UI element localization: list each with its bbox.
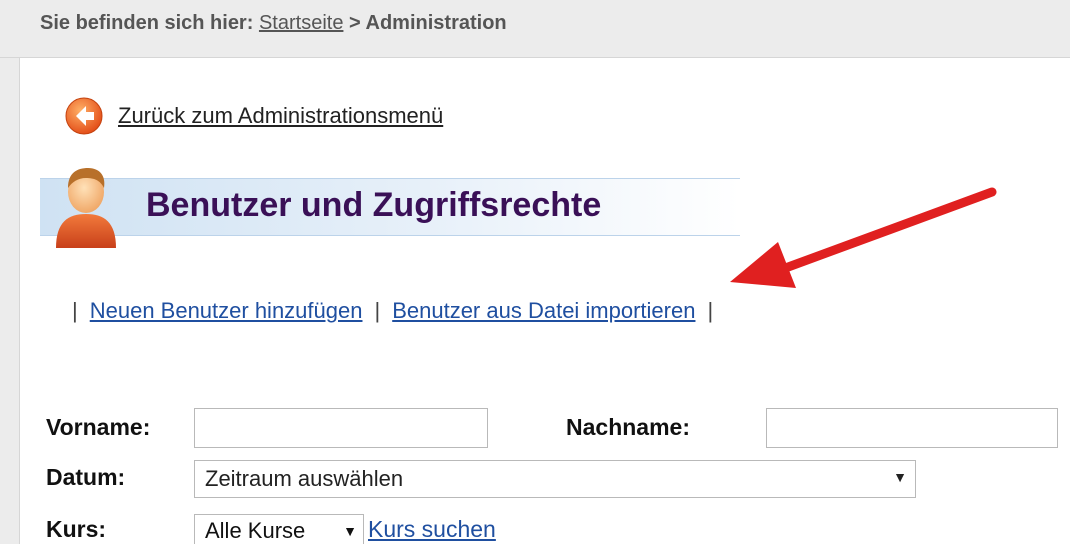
breadcrumb-home-link[interactable]: Startseite <box>259 12 343 34</box>
page-title: Benutzer und Zugriffsrechte <box>146 186 602 224</box>
datum-select[interactable]: Zeitraum auswählen ▼ <box>194 460 916 498</box>
action-separator: | <box>374 298 381 323</box>
kurs-select[interactable]: Alle Kurse ▼ <box>194 514 364 544</box>
nachname-label: Nachname: <box>566 414 690 440</box>
nachname-field[interactable] <box>766 408 1058 448</box>
breadcrumb-separator: > <box>349 12 361 34</box>
breadcrumb: Sie befinden sich hier: Startseite > Adm… <box>40 12 507 35</box>
add-user-link[interactable]: Neuen Benutzer hinzufügen <box>90 298 363 323</box>
kurs-selected-value: Alle Kurse <box>205 518 306 543</box>
annotation-arrow-icon <box>730 187 997 288</box>
import-users-link[interactable]: Benutzer aus Datei importieren <box>392 298 695 323</box>
user-icon <box>56 168 116 248</box>
action-separator: | <box>72 298 78 323</box>
action-separator: | <box>707 298 714 323</box>
user-actions: | Neuen Benutzer hinzufügen | Benutzer aus … <box>60 298 725 324</box>
back-link-label[interactable]: Zurück zum Administrationsmenü <box>118 103 443 129</box>
left-margin-strip <box>0 58 20 544</box>
datum-label: Datum: <box>46 464 126 490</box>
breadcrumb-prefix: Sie befinden sich hier: <box>40 12 254 34</box>
kurs-search-link[interactable]: Kurs suchen <box>368 516 496 543</box>
datum-selected-value: Zeitraum auswählen <box>205 466 404 491</box>
chevron-down-icon[interactable]: ▼ <box>343 523 357 539</box>
kurs-label: Kurs: <box>46 516 107 542</box>
breadcrumb-current: Administration <box>365 12 507 34</box>
back-arrow-icon[interactable] <box>64 96 104 136</box>
chevron-down-icon[interactable]: ▼ <box>893 469 907 485</box>
back-to-admin-menu[interactable]: Zurück zum Administrationsmenü <box>64 96 443 136</box>
top-bar: Sie befinden sich hier: Startseite > Adm… <box>0 0 1070 58</box>
vorname-field[interactable] <box>194 408 488 448</box>
vorname-label: Vorname: <box>46 414 151 440</box>
